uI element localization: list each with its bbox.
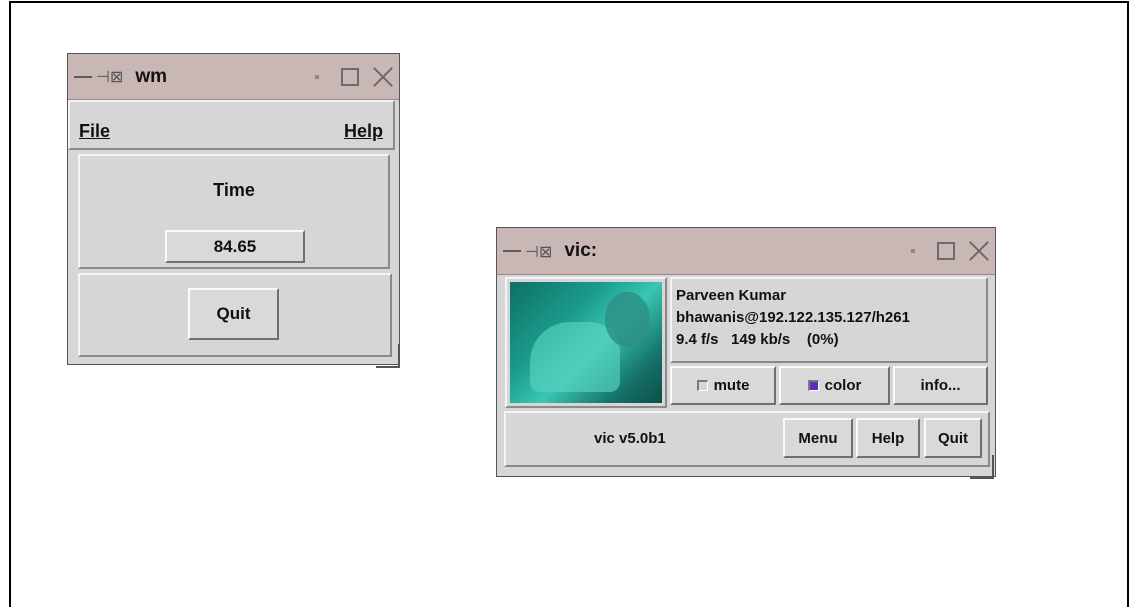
vic-menu-label: Menu <box>798 429 838 447</box>
wm-resize-handle[interactable] <box>376 344 400 368</box>
minimize-icon[interactable] <box>315 74 319 79</box>
menu-help[interactable]: Help <box>344 121 383 142</box>
time-value: 84.65 <box>213 236 257 256</box>
time-value-field: 84.65 <box>165 230 305 263</box>
vic-help-label: Help <box>871 429 905 447</box>
menu-file-label: File <box>79 121 111 141</box>
mute-toggle[interactable]: mute <box>670 366 776 405</box>
info-label: info... <box>920 377 961 394</box>
video-head-shape <box>605 292 650 347</box>
wm-window-title: wm <box>135 65 168 87</box>
wm-quit-label: Quit <box>216 304 251 323</box>
window-menu-icon[interactable] <box>503 250 521 252</box>
close-icon[interactable] <box>373 67 393 87</box>
color-checkbox[interactable] <box>807 380 819 391</box>
vic-quit-label: Quit <box>938 429 968 447</box>
source-stats: 9.4 f/s 149 kb/s (0%) <box>676 331 839 348</box>
info-button[interactable]: info... <box>893 366 988 405</box>
video-figure-shape <box>530 322 620 392</box>
close-icon[interactable] <box>969 241 989 261</box>
color-toggle[interactable]: color <box>779 366 890 405</box>
color-label: color <box>824 377 862 394</box>
vic-resize-handle[interactable] <box>970 455 994 479</box>
menu-file[interactable]: File <box>79 121 110 142</box>
vic-window-title: vic: <box>564 240 598 261</box>
menu-help-label: Help <box>344 121 384 141</box>
vic-help-button[interactable]: Help <box>856 418 920 458</box>
pin-icon[interactable]: ⊣⊠ <box>96 67 123 86</box>
source-address: bhawanis@192.122.135.127/h261 <box>676 309 910 326</box>
wm-quit-button[interactable]: Quit <box>188 288 279 340</box>
wm-titlebar[interactable]: ⊣⊠ wm <box>68 54 399 100</box>
video-thumbnail[interactable] <box>510 282 662 403</box>
mute-checkbox[interactable] <box>696 380 708 391</box>
vic-version: vic v5.0b1 <box>594 430 666 447</box>
window-menu-icon[interactable] <box>74 75 92 78</box>
vic-menu-button[interactable]: Menu <box>783 418 853 458</box>
source-name: Parveen Kumar <box>676 287 787 304</box>
minimize-icon[interactable] <box>911 249 915 253</box>
maximize-icon[interactable] <box>937 242 955 260</box>
time-label: Time <box>213 180 255 200</box>
vic-quit-button[interactable]: Quit <box>924 418 982 458</box>
vic-titlebar[interactable]: ⊣⊠ vic: <box>497 228 995 275</box>
mute-label: mute <box>713 377 750 394</box>
pin-icon[interactable]: ⊣⊠ <box>525 242 552 261</box>
maximize-icon[interactable] <box>341 67 359 86</box>
